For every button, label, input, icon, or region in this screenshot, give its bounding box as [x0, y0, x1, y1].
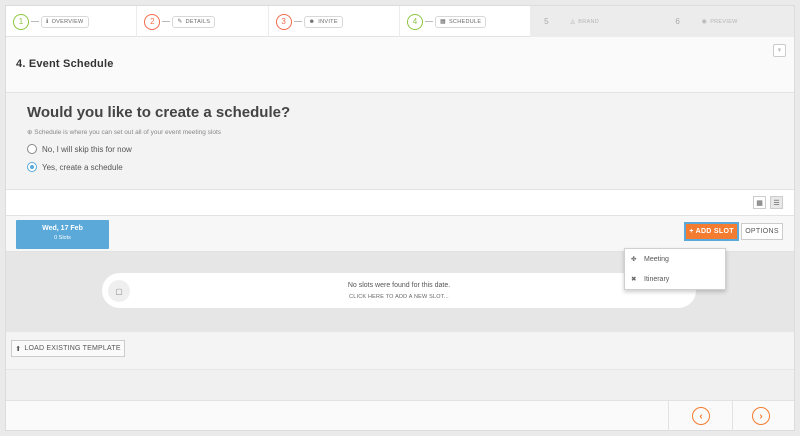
spacer [6, 370, 794, 400]
step-number: 2 [144, 13, 161, 30]
page-title: 4. Event Schedule [16, 58, 114, 70]
wizard-steps: 1 ℹ OVERVIEW 2 ✎ DETAILS 3 ☻ INVITE 4 ▦ … [6, 6, 794, 37]
step-preview[interactable]: 6 ◉ PREVIEW [662, 6, 794, 37]
user-icon: ☻ [308, 18, 316, 25]
option-create-label: Yes, create a schedule [42, 162, 123, 172]
itinerary-icon: ✖ [631, 276, 637, 283]
empty-slots-message[interactable]: ▢ No slots were found for this date. CLI… [102, 273, 696, 308]
eye-icon: ◉ [701, 19, 708, 25]
step-details[interactable]: 2 ✎ DETAILS [137, 6, 269, 37]
step-label-pill: ℹ OVERVIEW [41, 15, 89, 28]
date-tab[interactable]: Wed, 17 Feb 0 Slots [16, 220, 109, 249]
calendar-view-icon[interactable]: ▦ [753, 196, 766, 209]
radio-skip[interactable] [27, 144, 37, 154]
tag-icon: ✎ [177, 19, 183, 25]
app-frame: 1 ℹ OVERVIEW 2 ✎ DETAILS 3 ☻ INVITE 4 ▦ … [5, 5, 795, 431]
question-heading: Would you like to create a schedule? [27, 104, 291, 121]
radio-create[interactable] [27, 162, 37, 172]
step-label-pill: ▦ SCHEDULE [434, 15, 487, 28]
add-new-slot-link[interactable]: CLICK HERE TO ADD A NEW SLOT... [102, 294, 696, 300]
date-label: Wed, 17 Feb [42, 225, 83, 232]
step-overview[interactable]: 1 ℹ OVERVIEW [6, 6, 138, 37]
add-slot-dropdown: ✤ Meeting ✖ Itinerary [624, 248, 726, 290]
dropdown-item-itinerary[interactable]: ✖ Itinerary [625, 269, 725, 289]
section-header: 4. Event Schedule ♀ [6, 37, 794, 93]
footer-nav: ‹ › [6, 400, 794, 431]
template-section: ⬆ LOAD EXISTING TEMPLATE [6, 332, 794, 370]
upload-icon: ⬆ [15, 345, 22, 353]
info-icon: ℹ [46, 19, 49, 25]
option-create[interactable]: Yes, create a schedule [27, 162, 123, 172]
step-schedule[interactable]: 4 ▦ SCHEDULE [400, 6, 532, 37]
question-hint: ⊕ Schedule is where you can set out all … [27, 129, 222, 136]
option-skip[interactable]: No, I will skip this for now [27, 144, 132, 154]
brand-icon: ◬ [570, 19, 576, 25]
prev-step-button[interactable]: ‹ [692, 407, 710, 425]
step-brand[interactable]: 5 ◬ BRAND [531, 6, 663, 37]
step-number: 6 [675, 17, 680, 26]
step-label-pill: ◉ PREVIEW [701, 18, 738, 26]
option-skip-label: No, I will skip this for now [42, 144, 132, 154]
step-number: 1 [13, 13, 29, 30]
add-slot-button[interactable]: + ADD SLOT [684, 222, 739, 241]
step-number: 4 [406, 13, 423, 30]
view-toggle-bar: ▦ ☰ [6, 189, 794, 216]
meeting-icon: ✤ [631, 256, 637, 263]
step-label-pill: ◬ BRAND [570, 18, 599, 26]
calendar-icon: ▦ [439, 19, 446, 25]
schedule-question: Would you like to create a schedule? ⊕ S… [6, 94, 794, 189]
list-view-icon[interactable]: ☰ [770, 196, 783, 209]
load-template-button[interactable]: ⬆ LOAD EXISTING TEMPLATE [11, 340, 125, 357]
step-invite[interactable]: 3 ☻ INVITE [269, 6, 400, 37]
empty-message-text: No slots were found for this date. [347, 282, 451, 289]
lightbulb-icon[interactable]: ♀ [773, 44, 786, 57]
dropdown-item-meeting[interactable]: ✤ Meeting [625, 249, 725, 269]
step-label-pill: ☻ INVITE [303, 15, 343, 28]
step-number: 3 [275, 13, 292, 30]
step-label-pill: ✎ DETAILS [172, 15, 216, 28]
next-step-button[interactable]: › [752, 407, 770, 425]
step-number: 5 [544, 17, 549, 26]
options-button[interactable]: OPTIONS [741, 223, 783, 240]
date-bar: Wed, 17 Feb 0 Slots + ADD SLOT OPTIONS [6, 216, 794, 252]
slot-count: 0 Slots [54, 235, 71, 241]
